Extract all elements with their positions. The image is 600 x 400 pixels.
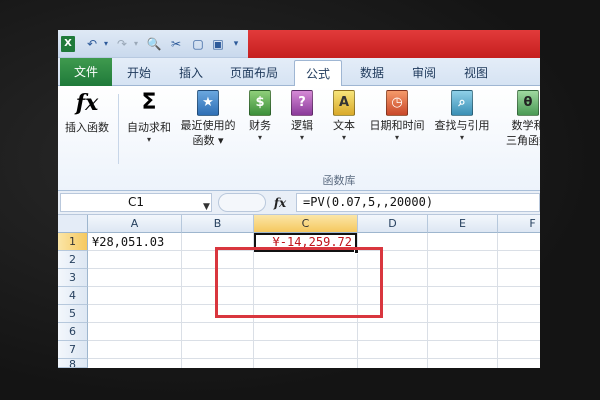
math-trig-button[interactable]: θ 数学和 三角函数 bbox=[502, 88, 540, 148]
ribbon-function-library: fx 插入函数 Σ 自动求和 ▾ ★ 最近使用的 函数 ▾ $ 财务 ▾ ? 逻… bbox=[58, 86, 540, 191]
save-icon[interactable]: ▣ bbox=[210, 36, 226, 52]
logical-button[interactable]: ? 逻辑 ▾ bbox=[284, 88, 320, 143]
ribbon-tabs: 文件 开始 插入 页面布局 公式 数据 审阅 视图 bbox=[58, 58, 540, 87]
row-header-7[interactable]: 7 bbox=[58, 341, 88, 359]
grid-line bbox=[181, 233, 182, 368]
fx-icon: fx bbox=[75, 90, 99, 116]
column-header-f[interactable]: F bbox=[498, 215, 540, 233]
name-box-value: C1 bbox=[127, 195, 144, 209]
financial-label: 财务 bbox=[249, 119, 271, 132]
row-header-6[interactable]: 6 bbox=[58, 323, 88, 341]
date-time-label: 日期和时间 bbox=[369, 119, 425, 132]
autosum-dropdown-icon[interactable]: ▾ bbox=[122, 135, 176, 145]
math-trig-sub-label: 三角函数 bbox=[506, 134, 540, 147]
formula-bar-splitter[interactable] bbox=[218, 193, 266, 212]
function-library-group-label: 函数库 bbox=[322, 174, 356, 187]
text-button[interactable]: A 文本 ▾ bbox=[326, 88, 362, 143]
column-header-e[interactable]: E bbox=[428, 215, 498, 233]
tab-home[interactable]: 开始 bbox=[118, 60, 160, 86]
row-header-8[interactable]: 8 bbox=[58, 359, 88, 368]
insert-function-fx-icon[interactable]: fx bbox=[270, 194, 290, 212]
grid-line bbox=[88, 268, 540, 269]
quick-access-toolbar: X ↶ ▾ ↷ ▾ 🔍 ✂ ▢ ▣ ▾ bbox=[58, 30, 540, 58]
column-header-c[interactable]: C bbox=[254, 215, 358, 233]
grid-line bbox=[88, 340, 540, 341]
undo-dropdown-icon[interactable]: ▾ bbox=[98, 36, 114, 52]
formula-bar: C1 ▼ fx =PV(0.07,5,,20000) bbox=[58, 191, 540, 215]
insert-function-button[interactable]: fx 插入函数 bbox=[60, 88, 114, 135]
text-label: 文本 bbox=[333, 119, 355, 132]
grid-line bbox=[427, 233, 428, 368]
cell-c1-selected[interactable]: ¥-14,259.72 bbox=[254, 233, 357, 252]
row-header-2[interactable]: 2 bbox=[58, 251, 88, 269]
financial-button[interactable]: $ 财务 ▾ bbox=[242, 88, 278, 143]
redo-dropdown-icon[interactable]: ▾ bbox=[128, 36, 144, 52]
worksheet-grid: A B C D E F 1 2 3 4 5 6 7 8 ¥28,051.03 ¥… bbox=[58, 215, 540, 368]
row-header-4[interactable]: 4 bbox=[58, 287, 88, 305]
tab-file[interactable]: 文件 bbox=[60, 58, 112, 86]
grid-line bbox=[88, 322, 540, 323]
select-all-corner[interactable] bbox=[58, 215, 88, 233]
column-header-a[interactable]: A bbox=[88, 215, 182, 233]
excel-window: X ↶ ▾ ↷ ▾ 🔍 ✂ ▢ ▣ ▾ 文件 开始 插入 页面布局 公式 数据 … bbox=[58, 30, 540, 368]
lookup-reference-button[interactable]: ⌕ 查找与引用 ▾ bbox=[430, 88, 494, 143]
column-header-b[interactable]: B bbox=[182, 215, 254, 233]
grid-line bbox=[88, 286, 540, 287]
insert-function-label: 插入函数 bbox=[65, 121, 109, 134]
customize-toolbar-arrow-icon[interactable]: ▾ bbox=[228, 36, 244, 52]
column-header-d[interactable]: D bbox=[358, 215, 428, 233]
tab-review[interactable]: 审阅 bbox=[402, 60, 446, 86]
lookup-book-icon: ⌕ bbox=[451, 90, 473, 116]
date-time-button[interactable]: ◷ 日期和时间 ▾ bbox=[364, 88, 430, 143]
logical-label: 逻辑 bbox=[291, 119, 313, 132]
text-book-icon: A bbox=[333, 90, 355, 116]
recently-used-label: 最近使用的 bbox=[180, 119, 236, 132]
print-preview-icon[interactable]: 🔍 bbox=[146, 36, 162, 52]
ribbon-separator bbox=[118, 94, 119, 164]
grid-line bbox=[88, 304, 540, 305]
title-bar-red bbox=[248, 30, 540, 58]
math-book-icon: θ bbox=[517, 90, 539, 116]
tab-formulas[interactable]: 公式 bbox=[294, 60, 342, 87]
row-header-1[interactable]: 1 bbox=[58, 233, 88, 251]
math-trig-label: 数学和 bbox=[511, 119, 541, 132]
lookup-reference-label: 查找与引用 bbox=[434, 119, 490, 132]
tab-view[interactable]: 视图 bbox=[454, 60, 498, 86]
text-dropdown-icon[interactable]: ▾ bbox=[326, 133, 362, 143]
financial-dropdown-icon[interactable]: ▾ bbox=[242, 133, 278, 143]
autosum-label: 自动求和 bbox=[127, 121, 171, 134]
new-doc-icon[interactable]: ▢ bbox=[190, 36, 206, 52]
grid-line bbox=[497, 233, 498, 368]
date-time-book-icon: ◷ bbox=[386, 90, 408, 116]
date-time-dropdown-icon[interactable]: ▾ bbox=[364, 133, 430, 143]
formula-input[interactable]: =PV(0.07,5,,20000) bbox=[296, 193, 540, 212]
logical-dropdown-icon[interactable]: ▾ bbox=[284, 133, 320, 143]
recently-used-button[interactable]: ★ 最近使用的 函数 ▾ bbox=[176, 88, 240, 148]
tab-page-layout[interactable]: 页面布局 bbox=[222, 60, 286, 86]
star-book-icon: ★ bbox=[197, 90, 219, 116]
name-box[interactable]: C1 ▼ bbox=[60, 193, 212, 212]
excel-logo-icon: X bbox=[61, 36, 75, 52]
cell-a1[interactable]: ¥28,051.03 bbox=[92, 233, 182, 251]
sigma-icon: Σ bbox=[141, 90, 157, 115]
fill-handle[interactable] bbox=[354, 249, 359, 254]
row-header-5[interactable]: 5 bbox=[58, 305, 88, 323]
recently-used-sub-label: 函数 ▾ bbox=[192, 134, 224, 147]
tab-data[interactable]: 数据 bbox=[350, 60, 394, 86]
autosum-button[interactable]: Σ 自动求和 ▾ bbox=[122, 88, 176, 145]
grid-line bbox=[253, 233, 254, 368]
tab-insert[interactable]: 插入 bbox=[170, 60, 212, 86]
format-painter-icon[interactable]: ✂ bbox=[168, 36, 184, 52]
name-box-dropdown-icon[interactable]: ▼ bbox=[203, 199, 210, 216]
grid-line bbox=[88, 358, 540, 359]
row-header-3[interactable]: 3 bbox=[58, 269, 88, 287]
logical-book-icon: ? bbox=[291, 90, 313, 116]
lookup-dropdown-icon[interactable]: ▾ bbox=[430, 133, 494, 143]
financial-book-icon: $ bbox=[249, 90, 271, 116]
